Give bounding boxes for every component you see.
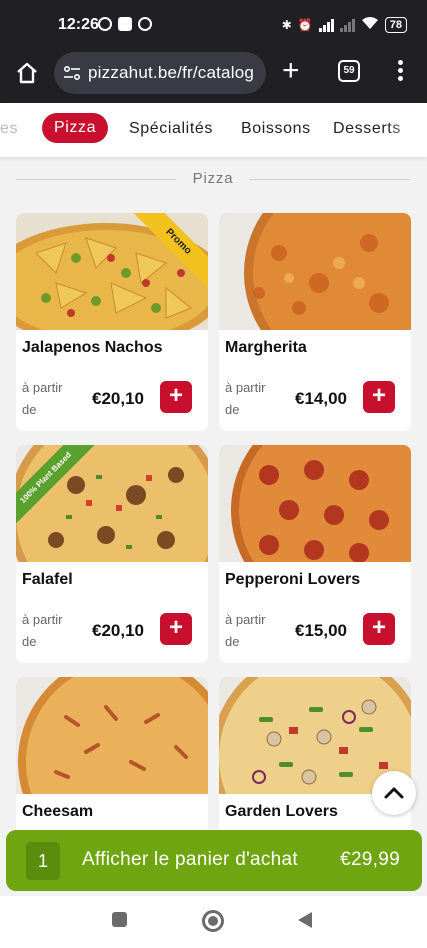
status-time: 12:26 [58, 16, 99, 33]
product-image[interactable] [219, 445, 411, 562]
product-price: €15,00 [295, 621, 347, 640]
cart-total: €29,99 [340, 849, 400, 870]
product-name: Garden Lovers [225, 803, 338, 820]
price-prefix: à partir de [225, 612, 266, 649]
address-bar[interactable]: pizzahut.be/fr/catalog [54, 52, 266, 94]
product-price: €14,00 [295, 389, 347, 408]
product-card[interactable]: Promo Jalapenos Nachos à partir de €20,1… [16, 213, 208, 431]
cart-label: Afficher le panier d'achat [82, 849, 298, 870]
back-icon[interactable] [298, 912, 312, 928]
add-to-cart-button[interactable]: + [160, 381, 192, 413]
app-notification-icon [138, 17, 152, 31]
divider [250, 179, 410, 180]
chevron-up-icon [384, 787, 404, 799]
add-to-cart-button[interactable]: + [363, 381, 395, 413]
status-bar: 12:26 ✱ ⏰ 78 [0, 0, 427, 48]
tune-icon[interactable] [63, 65, 81, 81]
cart-count: 1 [26, 842, 60, 880]
price-prefix: à partir de [22, 612, 63, 649]
alarm-icon: ⏰ [297, 17, 313, 32]
home-button-icon[interactable] [202, 910, 224, 932]
home-icon[interactable] [14, 60, 40, 86]
product-image[interactable]: Promo [16, 213, 208, 330]
product-card[interactable]: Cheesam [16, 677, 208, 837]
signal-2-icon [339, 18, 355, 32]
kebab-menu-icon[interactable] [398, 60, 404, 84]
recents-icon[interactable] [112, 912, 127, 927]
add-to-cart-button[interactable]: + [363, 613, 395, 645]
category-boissons[interactable]: Boissons [241, 120, 311, 138]
product-price: €20,10 [92, 621, 144, 640]
view-cart-button[interactable]: 1 Afficher le panier d'achat €29,99 [6, 830, 422, 891]
browser-toolbar: pizzahut.be/fr/catalog + 59 [0, 48, 427, 103]
product-price: €20,10 [92, 389, 144, 408]
wifi-icon [361, 16, 379, 33]
product-card[interactable]: Pepperoni Lovers à partir de €15,00 + [219, 445, 411, 663]
product-name: Pepperoni Lovers [225, 571, 361, 588]
category-pizza[interactable]: Pizza [42, 113, 109, 143]
section-header: Pizza [16, 170, 410, 190]
product-name: Cheesam [22, 803, 94, 820]
nav-fade [387, 103, 427, 157]
tabs-icon[interactable]: 59 [338, 60, 360, 82]
signal-icon [318, 18, 334, 32]
price-prefix: à partir de [225, 380, 266, 417]
check-circle-icon [98, 17, 112, 31]
product-card[interactable]: Margherita à partir de €14,00 + [219, 213, 411, 431]
add-to-cart-button[interactable]: + [160, 613, 192, 645]
product-image[interactable] [16, 677, 208, 794]
product-card[interactable]: 100% Plant Based Falafel à partir de €20… [16, 445, 208, 663]
category-specialites[interactable]: Spécialités [129, 120, 213, 138]
notification-icons [98, 17, 152, 31]
price-prefix: à partir de [22, 380, 63, 417]
product-name: Jalapenos Nachos [22, 339, 163, 356]
category-nav: es Pizza Spécialités Boissons Desserts [0, 103, 427, 157]
category-partial[interactable]: es [0, 120, 18, 138]
battery-indicator: 78 [384, 16, 407, 33]
system-nav-bar [0, 896, 427, 948]
url-text[interactable]: pizzahut.be/fr/catalog [88, 63, 254, 83]
message-icon [118, 17, 132, 31]
scroll-to-top-button[interactable] [372, 771, 416, 815]
product-name: Margherita [225, 339, 307, 356]
product-name: Falafel [22, 571, 73, 588]
product-image[interactable]: 100% Plant Based [16, 445, 208, 562]
bluetooth-icon: ✱ [281, 17, 292, 32]
system-icons: ✱ ⏰ 78 [282, 16, 407, 33]
product-image[interactable] [219, 213, 411, 330]
new-tab-button[interactable]: + [282, 54, 300, 88]
